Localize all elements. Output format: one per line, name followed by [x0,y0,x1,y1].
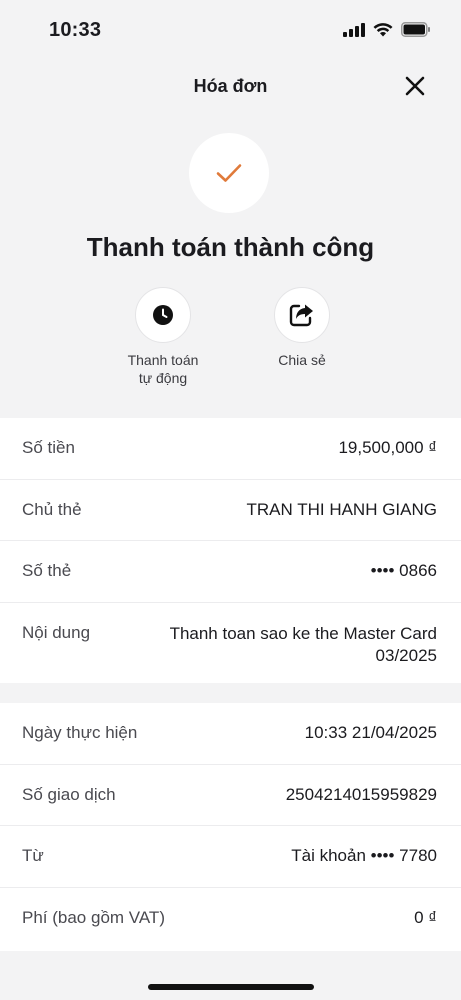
detail-value: 19,500,000 ₫ [338,438,437,458]
header: Hóa đơn [0,60,461,112]
detail-label: Từ [22,846,44,866]
detail-row-content: Nội dung Thanh toan sao ke the Master Ca… [0,603,461,685]
detail-value: 0 ₫ [414,908,437,928]
signal-icon [343,22,365,37]
status-icons [343,22,431,37]
detail-row-date: Ngày thực hiện 10:33 21/04/2025 [0,703,461,765]
detail-label: Số giao dịch [22,784,116,804]
page-title: Hóa đơn [193,76,268,96]
status-bar: 10:33 [0,0,461,60]
detail-label: Chủ thẻ [22,499,82,519]
home-indicator[interactable] [148,984,314,990]
detail-label: Nội dung [22,622,91,642]
success-badge [189,133,269,213]
detail-value: 10:33 21/04/2025 [304,723,437,743]
detail-row-transaction-id: Số giao dịch 2504214015959829 [0,765,461,826]
transaction-details-card: Ngày thực hiện 10:33 21/04/2025 Số giao … [0,703,461,951]
checkmark-icon [216,164,242,182]
clock-icon [153,305,173,325]
detail-label: Phí (bao gồm VAT) [22,908,165,928]
detail-row-from-account: Từ Tài khoản •••• 7780 [0,826,461,888]
detail-value: Tài khoản •••• 7780 [291,846,437,866]
detail-label: Ngày thực hiện [22,723,138,743]
share-icon [289,304,313,327]
close-icon [405,76,425,96]
battery-icon [401,22,430,37]
detail-row-amount: Số tiền 19,500,000 ₫ [0,418,461,480]
close-button[interactable] [403,74,427,98]
detail-row-cardholder: Chủ thẻ TRAN THI HANH GIANG [0,480,461,541]
auto-payment-button[interactable]: Thanh toán tự động [108,287,218,387]
status-time: 10:33 [49,19,102,41]
auto-payment-label: Thanh toán tự động [127,352,199,386]
success-title: Thanh toán thành công [86,232,375,262]
detail-label: Số thẻ [22,561,72,581]
detail-label: Số tiền [22,438,75,458]
detail-row-fee: Phí (bao gồm VAT) 0 ₫ [0,888,461,950]
detail-value: 2504214015959829 [285,784,437,804]
share-label: Chia sẻ [278,352,326,368]
wifi-icon [373,22,393,36]
share-button[interactable]: Chia sẻ [247,287,357,369]
detail-value: Thanh toan sao ke the Master Card 03/202… [169,623,437,665]
auto-payment-icon-circle [135,287,191,343]
detail-value: •••• 0866 [370,561,437,581]
payment-details-card: Số tiền 19,500,000 ₫ Chủ thẻ TRAN THI HA… [0,418,461,683]
detail-value: TRAN THI HANH GIANG [246,499,437,519]
detail-row-card-number: Số thẻ •••• 0866 [0,541,461,603]
share-icon-circle [274,287,330,343]
